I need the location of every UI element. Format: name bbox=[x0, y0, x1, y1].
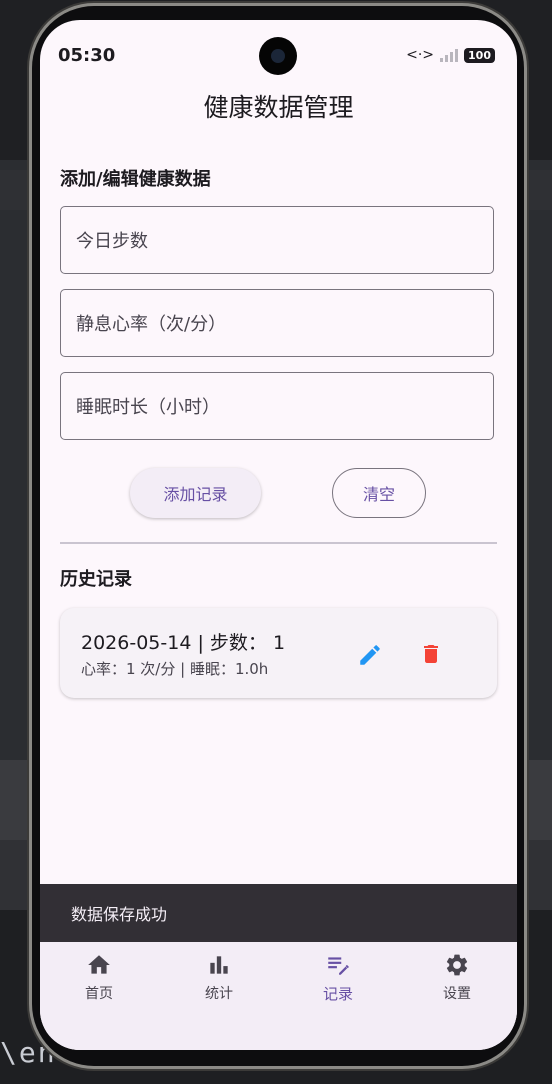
nav-item-settings[interactable]: 设置 bbox=[417, 952, 497, 1003]
nav-label-settings: 设置 bbox=[443, 986, 471, 1002]
history-section-title: 历史记录 bbox=[60, 569, 132, 590]
form-section-title: 添加/编辑健康数据 bbox=[60, 169, 211, 190]
bar-chart-icon bbox=[210, 956, 228, 974]
status-icons: <·> 100 bbox=[406, 47, 495, 63]
nav-label-records: 记录 bbox=[322, 985, 353, 1003]
data-transfer-icon: <·> bbox=[406, 47, 435, 63]
clear-button[interactable]: 清空 bbox=[332, 468, 426, 518]
sleep-duration-input[interactable]: 睡眠时长（小时） bbox=[60, 372, 494, 440]
record-date-steps: 2026-05-14 | 步数： 1 bbox=[81, 632, 286, 654]
nav-item-home[interactable]: 首页 bbox=[59, 952, 139, 1003]
camera-cutout bbox=[259, 37, 297, 75]
steps-input[interactable]: 今日步数 bbox=[60, 206, 494, 274]
status-bar: 05:30 <·> 100 bbox=[40, 20, 517, 80]
nav-item-stats[interactable]: 统计 bbox=[179, 952, 259, 1003]
phone-screen: 05:30 <·> 100 健康数据管理 添加/编辑健康数据 今日步数 静息心率… bbox=[40, 20, 517, 1050]
history-record-card[interactable]: 2026-05-14 | 步数： 1 心率：1 次/分 | 睡眠：1.0h bbox=[60, 608, 497, 698]
bottom-navigation: 首页 统计 记录 设置 bbox=[40, 942, 517, 1050]
home-icon bbox=[88, 955, 110, 974]
battery-icon: 100 bbox=[464, 47, 495, 63]
snackbar-message: 数据保存成功 bbox=[71, 905, 168, 924]
snackbar: 数据保存成功 bbox=[40, 884, 517, 942]
signal-icon bbox=[440, 48, 459, 62]
nav-label-stats: 统计 bbox=[205, 986, 233, 1002]
status-time: 05:30 bbox=[58, 45, 116, 66]
nav-label-home: 首页 bbox=[85, 986, 113, 1002]
record-heart-sleep: 心率：1 次/分 | 睡眠：1.0h bbox=[81, 660, 269, 678]
edit-icon[interactable] bbox=[357, 642, 383, 668]
edit-list-icon bbox=[328, 957, 349, 975]
page-title: 健康数据管理 bbox=[203, 93, 354, 122]
divider bbox=[60, 542, 497, 544]
heart-rate-input[interactable]: 静息心率（次/分） bbox=[60, 289, 494, 357]
delete-icon[interactable] bbox=[419, 641, 443, 667]
nav-item-records[interactable]: 记录 bbox=[298, 952, 378, 1004]
add-record-button[interactable]: 添加记录 bbox=[130, 468, 261, 518]
gear-icon bbox=[446, 954, 468, 976]
